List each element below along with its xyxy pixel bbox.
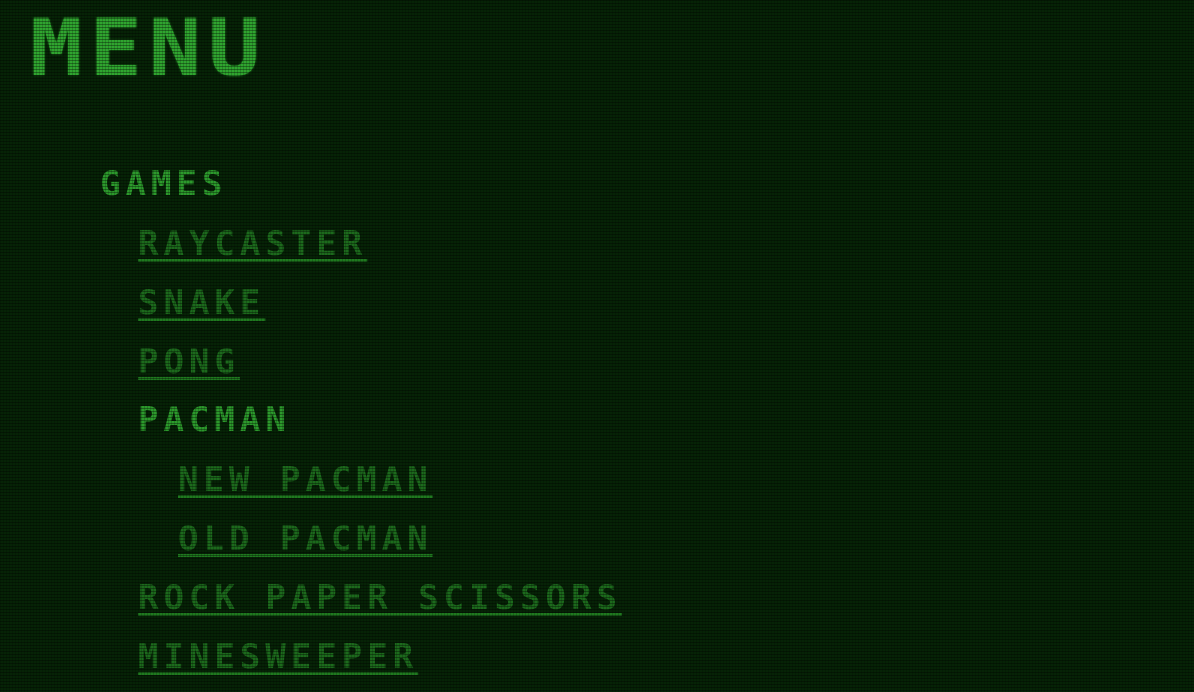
menu-link-new-pacman[interactable]: NEW PACMAN [178,460,433,500]
menu-link-rock-paper-scissors[interactable]: ROCK PAPER SCISSORS [138,578,622,618]
menu-link-snake[interactable]: SNAKE [138,283,265,323]
submenu-heading-pacman: PACMAN [138,400,291,440]
menu-title: MENU [30,4,268,94]
menu-link-pong[interactable]: PONG [138,342,240,382]
menu-link-raycaster[interactable]: RAYCASTER [138,224,367,264]
menu-link-minesweeper[interactable]: MINESWEEPER [138,637,418,677]
menu-link-old-pacman[interactable]: OLD PACMAN [178,519,433,559]
section-heading-games: GAMES [100,164,228,204]
